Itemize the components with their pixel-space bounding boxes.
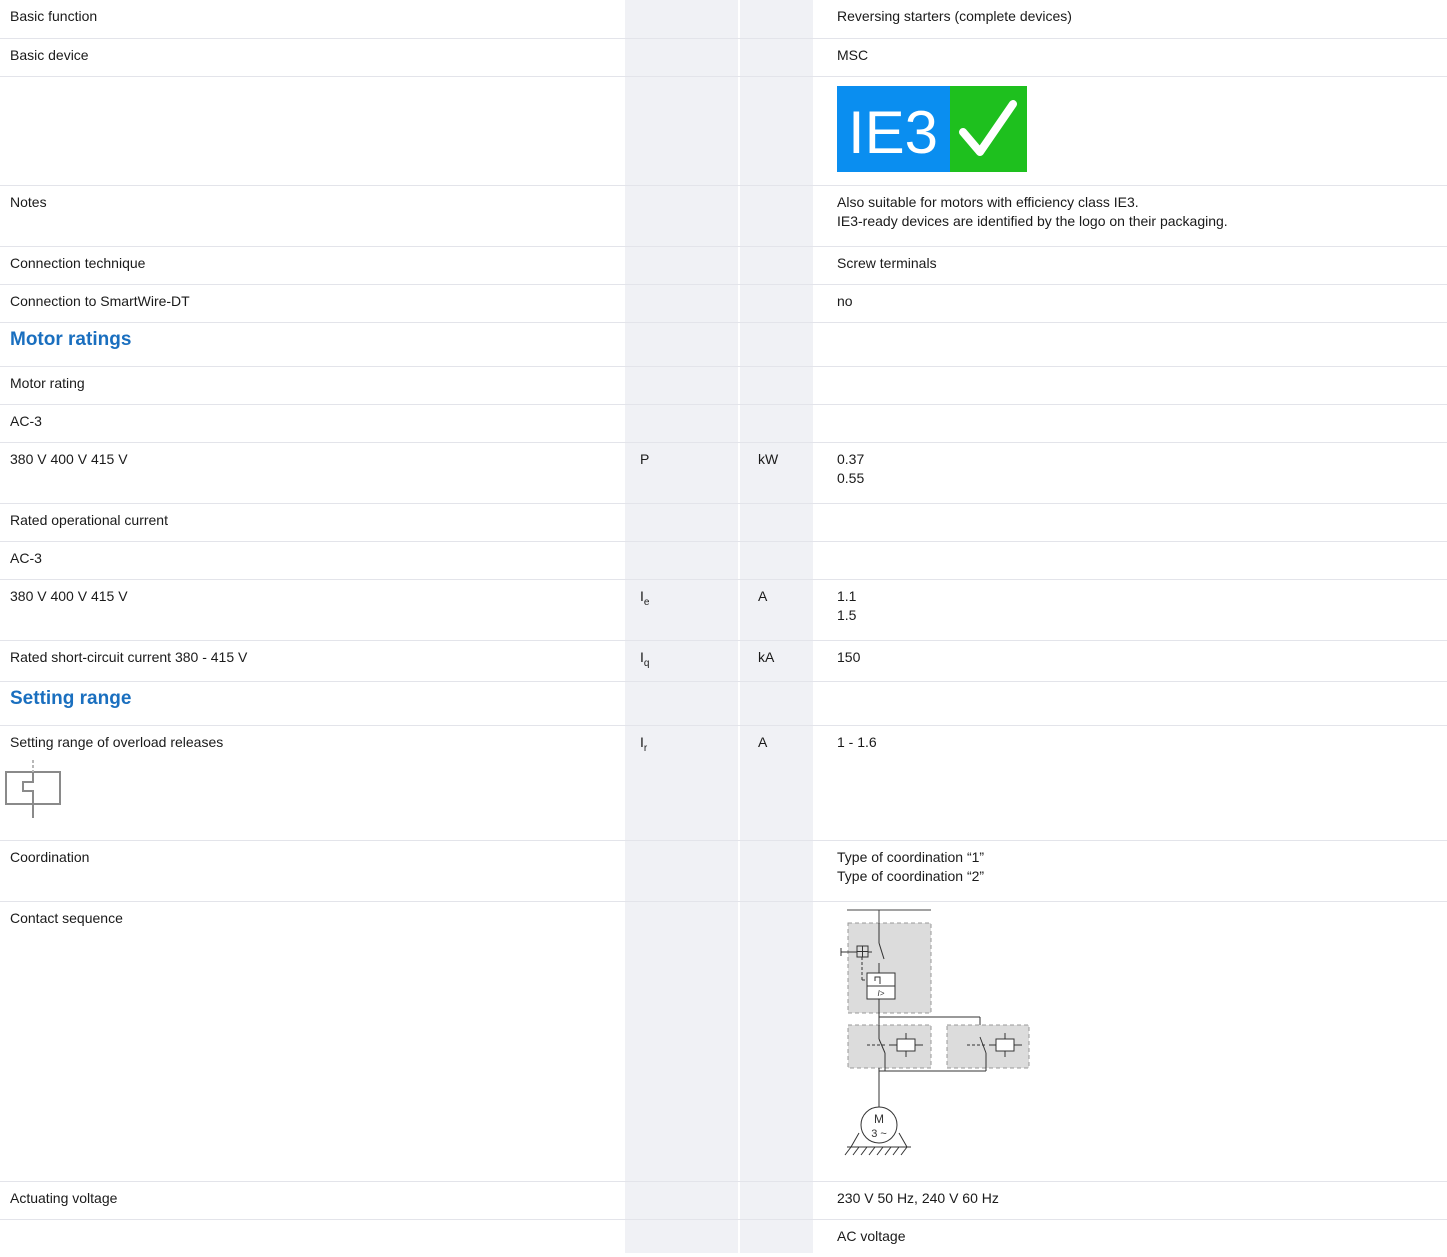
section-heading: Setting range bbox=[0, 681, 635, 726]
value-line: 0.37 bbox=[837, 450, 865, 467]
row-label: 380 V 400 V 415 V bbox=[0, 442, 635, 504]
row-value: 150 bbox=[833, 640, 1447, 682]
spec-table: Basic function Reversing starters (compl… bbox=[0, 0, 1447, 1257]
row-label: AC-3 bbox=[0, 541, 635, 580]
row-value: Screw terminals bbox=[833, 246, 1447, 285]
overload-label: Setting range of overload releases bbox=[10, 733, 224, 750]
row-label: Coordination bbox=[0, 840, 635, 902]
row-label: Setting range of overload releases bbox=[0, 725, 635, 841]
ie3-logo-text: IE3 bbox=[848, 99, 938, 166]
ie3-logo-cell: IE3 bbox=[833, 76, 1447, 186]
overcurrent-label: I> bbox=[878, 989, 885, 998]
row-label: 380 V 400 V 415 V bbox=[0, 579, 635, 641]
table-row: Setting range of overload releases Ir A … bbox=[0, 725, 1447, 841]
value-line: 1.5 bbox=[837, 606, 857, 623]
row-label: Basic function bbox=[0, 0, 635, 39]
symbol-sub: q bbox=[643, 657, 650, 669]
row-unit: A bbox=[755, 725, 833, 841]
value-line: Type of coordination “1” bbox=[837, 848, 985, 865]
row-label: Notes bbox=[0, 185, 635, 247]
row-value: MSC bbox=[833, 38, 1447, 77]
motor-phase-label: 3 ~ bbox=[871, 1128, 887, 1140]
table-row: Setting range bbox=[0, 681, 1447, 726]
table-row: Connection to SmartWire-DT no bbox=[0, 284, 1447, 323]
row-value: 1.1 1.5 bbox=[833, 579, 1447, 641]
table-row: Rated operational current bbox=[0, 503, 1447, 542]
row-value: I> M 3 ~ bbox=[833, 901, 1447, 1182]
row-label: AC-3 bbox=[0, 404, 635, 443]
table-row: Basic device MSC bbox=[0, 38, 1447, 77]
row-unit: kA bbox=[755, 640, 833, 682]
table-row: Coordination Type of coordination “1” Ty… bbox=[0, 840, 1447, 902]
ie3-logo: IE3 bbox=[837, 85, 1027, 172]
table-row: Motor ratings bbox=[0, 322, 1447, 367]
table-row: Actuating voltage 230 V 50 Hz, 240 V 60 … bbox=[0, 1181, 1447, 1220]
table-row: Motor rating bbox=[0, 366, 1447, 405]
notes-line: IE3-ready devices are identified by the … bbox=[837, 212, 1228, 229]
motor-label: M bbox=[874, 1112, 884, 1126]
row-label: Actuating voltage bbox=[0, 1181, 635, 1220]
table-row: Notes Also suitable for motors with effi… bbox=[0, 185, 1447, 247]
table-row: Connection technique Screw terminals bbox=[0, 246, 1447, 285]
row-value: Reversing starters (complete devices) bbox=[833, 0, 1447, 39]
table-row: AC-3 bbox=[0, 541, 1447, 580]
row-unit: A bbox=[755, 579, 833, 641]
row-symbol: Ie bbox=[635, 579, 755, 641]
contact-sequence-diagram: I> M 3 ~ bbox=[840, 909, 1030, 1155]
row-value: no bbox=[833, 284, 1447, 323]
row-label: Basic device bbox=[0, 38, 635, 77]
table-row: AC-3 bbox=[0, 404, 1447, 443]
value-line: 0.55 bbox=[837, 469, 865, 486]
row-unit: kW bbox=[755, 442, 833, 504]
row-symbol: Ir bbox=[635, 725, 755, 841]
row-value: 230 V 50 Hz, 240 V 60 Hz bbox=[833, 1181, 1447, 1220]
symbol-sub: e bbox=[643, 596, 650, 608]
row-value: Type of coordination “1” Type of coordin… bbox=[833, 840, 1447, 902]
row-symbol: P bbox=[635, 442, 755, 504]
table-row: Rated short-circuit current 380 - 415 V … bbox=[0, 640, 1447, 682]
row-label: Rated operational current bbox=[0, 503, 635, 542]
row-label: Motor rating bbox=[0, 366, 635, 405]
overload-release-icon bbox=[5, 759, 61, 818]
value-line: 1.1 bbox=[837, 587, 857, 604]
value-line: Type of coordination “2” bbox=[837, 867, 985, 884]
row-value: AC voltage bbox=[837, 1227, 906, 1244]
row-label: Connection to SmartWire-DT bbox=[0, 284, 635, 323]
table-row: Basic function Reversing starters (compl… bbox=[0, 0, 1447, 39]
row-value: 0.37 0.55 bbox=[833, 442, 1447, 504]
table-row: Contact sequence I> M 3 ~ bbox=[0, 901, 1447, 1182]
table-row: 380 V 400 V 415 V Ie A 1.1 1.5 bbox=[0, 579, 1447, 641]
table-row: AC voltage bbox=[0, 1219, 1447, 1257]
row-label: Rated short-circuit current 380 - 415 V bbox=[0, 640, 635, 682]
row-value: Also suitable for motors with efficiency… bbox=[833, 185, 1447, 247]
row-label: Connection technique bbox=[0, 246, 635, 285]
table-row: IE3 bbox=[0, 76, 1447, 186]
symbol-sub: r bbox=[643, 742, 648, 754]
row-symbol: Iq bbox=[635, 640, 755, 682]
notes-line: Also suitable for motors with efficiency… bbox=[837, 193, 1139, 210]
table-row: 380 V 400 V 415 V P kW 0.37 0.55 bbox=[0, 442, 1447, 504]
row-label: Contact sequence bbox=[0, 901, 635, 1182]
section-heading: Motor ratings bbox=[0, 322, 635, 367]
row-value: 1 - 1.6 bbox=[833, 725, 1447, 841]
